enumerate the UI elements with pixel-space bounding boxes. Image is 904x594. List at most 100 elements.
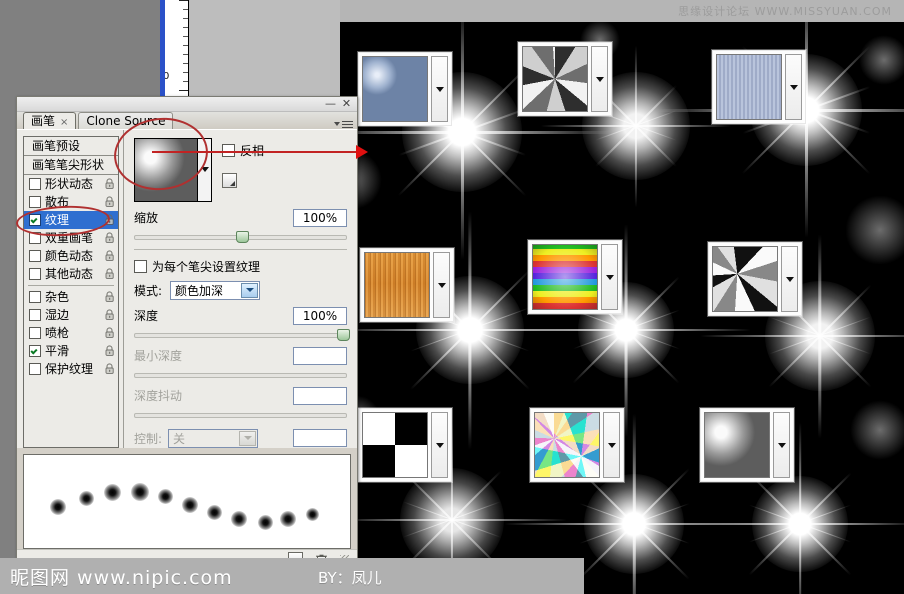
- ruler-tick: [183, 81, 188, 82]
- sidebar-item-2[interactable]: 散布: [24, 193, 118, 211]
- control-row: 控制: 关: [134, 428, 347, 448]
- control-value-field[interactable]: [293, 429, 347, 448]
- foil-texture-dropdown[interactable]: [781, 246, 798, 312]
- lock-icon[interactable]: [104, 250, 115, 262]
- checkbox-box[interactable]: [29, 326, 41, 339]
- close-icon[interactable]: ✕: [341, 98, 352, 109]
- canvas-bubbles-texture-picker[interactable]: [358, 52, 452, 126]
- texture-swatch-picker[interactable]: [134, 137, 212, 202]
- sidebar-item-brush-tip-shape[interactable]: 画笔笔尖形状: [24, 156, 118, 175]
- new-texture-preset-icon[interactable]: [222, 172, 237, 188]
- panel-tabbar: 画笔 × Clone Source: [17, 111, 357, 129]
- tab-close-icon[interactable]: ×: [60, 117, 68, 128]
- canvas-wood-texture-picker[interactable]: [360, 248, 454, 322]
- checkbox-box[interactable]: [29, 267, 41, 280]
- option-label: 双重画笔: [45, 231, 94, 246]
- chevron-down-icon: [435, 442, 444, 448]
- sidebar-item-1[interactable]: 形状动态: [24, 175, 118, 193]
- ruler-tick: [183, 54, 188, 55]
- gravel-texture-dropdown[interactable]: [591, 46, 608, 112]
- min-depth-value-field[interactable]: [293, 346, 347, 365]
- sidebar-item-3[interactable]: 纹理: [24, 210, 118, 229]
- scale-value-field[interactable]: 100%: [293, 208, 347, 227]
- checkbox-box[interactable]: [29, 195, 41, 208]
- sidebar-item-2[interactable]: 湿边: [24, 306, 118, 324]
- checkbox-box[interactable]: [29, 177, 41, 190]
- scale-slider[interactable]: [134, 230, 347, 243]
- clouds-texture-dropdown[interactable]: [773, 412, 790, 478]
- chevron-down-icon[interactable]: [239, 430, 257, 446]
- brush-dab: [131, 482, 149, 501]
- checkbox-box[interactable]: [29, 362, 41, 375]
- canvas-checker-texture-picker[interactable]: [358, 408, 452, 482]
- artwork-canvas[interactable]: [340, 22, 904, 594]
- canvas-denim-texture-picker[interactable]: [712, 50, 806, 124]
- lock-icon[interactable]: [104, 232, 115, 244]
- panel-menu-icon[interactable]: [334, 120, 353, 128]
- lock-icon[interactable]: [104, 327, 115, 339]
- burst-ray: [749, 504, 851, 544]
- invert-checkbox[interactable]: 反相: [222, 142, 264, 159]
- depth-jitter-value-field[interactable]: [293, 386, 347, 405]
- canvas-gravel-texture-picker[interactable]: [518, 42, 612, 116]
- sidebar-item-4[interactable]: 平滑: [24, 342, 118, 360]
- tab-brushes[interactable]: 画笔 ×: [23, 111, 77, 129]
- light-speck: [850, 400, 904, 460]
- checkbox-box[interactable]: [29, 213, 41, 226]
- texture-swatch-dropdown[interactable]: [197, 138, 211, 201]
- marble-texture-dropdown[interactable]: [603, 412, 620, 478]
- lock-icon[interactable]: [104, 196, 115, 208]
- option-label: 平滑: [45, 344, 70, 359]
- texture-header-row: 反相: [134, 137, 347, 202]
- texture-each-tip-checkbox[interactable]: 为每个笔尖设置纹理: [134, 258, 347, 275]
- tab-clone-source[interactable]: Clone Source: [78, 111, 174, 129]
- canvas-marble-texture-picker[interactable]: [530, 408, 624, 482]
- checkbox-box[interactable]: [29, 249, 41, 262]
- canvas-clouds-texture-picker[interactable]: [700, 408, 794, 482]
- mode-row: 模式: 颜色加深: [134, 280, 347, 300]
- lock-icon[interactable]: [104, 178, 115, 190]
- chevron-down-icon: [334, 122, 340, 127]
- checkbox-box[interactable]: [29, 231, 41, 244]
- sidebar-item-5[interactable]: 颜色动态: [24, 247, 118, 265]
- panel-titlebar: — ✕: [17, 97, 357, 112]
- burst-ray: [578, 503, 690, 545]
- depth-value-field[interactable]: 100%: [293, 306, 347, 325]
- denim-texture-dropdown[interactable]: [785, 54, 802, 120]
- bubbles-texture-dropdown[interactable]: [431, 56, 448, 122]
- brush-option-listbox[interactable]: 画笔预设 画笔笔尖形状 形状动态 散布 纹理双重画笔 颜色动态 其他动态 杂色 湿边 喷枪平…: [23, 135, 119, 448]
- mode-select[interactable]: 颜色加深: [170, 280, 261, 300]
- lock-icon[interactable]: [104, 363, 115, 375]
- sidebar-item-3[interactable]: 喷枪: [24, 324, 118, 342]
- burst-ray: [578, 468, 690, 580]
- canvas-rainbow-texture-picker[interactable]: [528, 240, 622, 314]
- minimize-icon[interactable]: —: [325, 98, 336, 109]
- sidebar-item-1[interactable]: 杂色: [24, 288, 118, 306]
- brush-toggles-group: 杂色 湿边 喷枪平滑 保护纹理: [24, 288, 118, 378]
- brush-dynamics-group: 形状动态 散布 纹理双重画笔 颜色动态 其他动态: [24, 175, 118, 283]
- lock-icon[interactable]: [104, 291, 115, 303]
- sidebar-item-brush-presets[interactable]: 画笔预设: [24, 137, 118, 156]
- canvas-foil-texture-picker[interactable]: [708, 242, 802, 316]
- control-select[interactable]: 关: [168, 428, 259, 448]
- checkbox-box[interactable]: [29, 308, 41, 321]
- marble-texture-thumbnail: [534, 412, 600, 478]
- sidebar-item-4[interactable]: 双重画笔: [24, 229, 118, 247]
- sidebar-item-5[interactable]: 保护纹理: [24, 360, 118, 378]
- wood-texture-dropdown[interactable]: [433, 252, 450, 318]
- chevron-down-icon[interactable]: [241, 282, 259, 298]
- checkbox-box[interactable]: [29, 290, 41, 303]
- depth-slider[interactable]: [134, 328, 350, 341]
- slider-knob[interactable]: [235, 230, 249, 243]
- burst-ray: [403, 501, 501, 539]
- sidebar-item-6[interactable]: 其他动态: [24, 265, 118, 283]
- checkbox-box[interactable]: [29, 344, 41, 357]
- checker-texture-dropdown[interactable]: [431, 412, 448, 478]
- lock-icon[interactable]: [104, 309, 115, 321]
- lock-icon[interactable]: [104, 214, 115, 226]
- slider-knob[interactable]: [337, 328, 350, 341]
- rainbow-texture-dropdown[interactable]: [601, 244, 618, 310]
- lock-icon[interactable]: [104, 345, 115, 357]
- lock-icon[interactable]: [104, 268, 115, 280]
- brush-dab: [257, 515, 273, 531]
